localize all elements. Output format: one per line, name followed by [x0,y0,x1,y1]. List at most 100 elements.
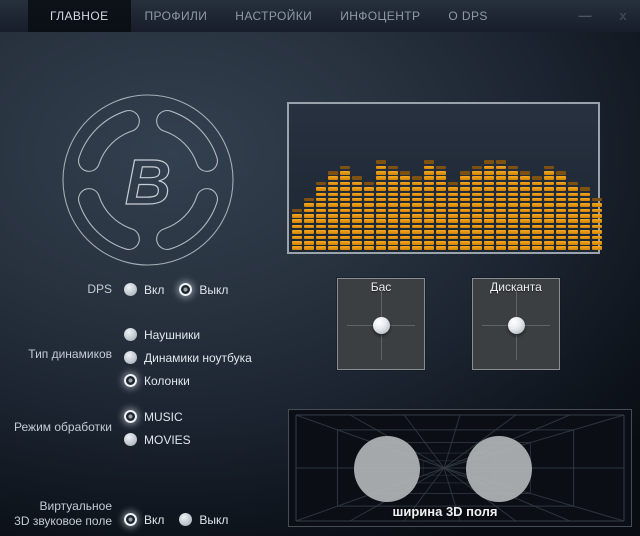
radio-unselected-icon[interactable] [124,433,137,446]
eq-segment [532,214,542,218]
eq-segment [544,198,554,202]
radio-unselected-icon[interactable] [179,513,192,526]
eq-segment [352,176,362,180]
eq-segment [328,203,338,207]
eq-segment [340,246,350,250]
eq-segment [592,225,602,229]
eq-segment [472,182,482,186]
eq-segment [400,198,410,202]
eq-segment [472,214,482,218]
radio-unselected-icon[interactable] [124,351,137,364]
tab-profiles[interactable]: ПРОФИЛИ [131,0,222,32]
eq-segment [448,209,458,213]
radio-option-speaker_type-наушники[interactable]: Наушники [124,327,252,342]
eq-segment [556,230,566,234]
eq-bar [520,171,530,250]
eq-segment [544,236,554,240]
treble-slider-handle[interactable] [508,317,525,334]
eq-segment [328,236,338,240]
bass-xy-pad[interactable]: Бас [337,278,425,370]
eq-segment [376,160,386,164]
eq-segment [484,219,494,223]
radio-option-speaker_type-колонки[interactable]: Колонки [124,373,252,388]
eq-segment [412,241,422,245]
eq-segment [316,198,326,202]
eq-segment [532,176,542,180]
dps-radio-group: Вкл Выкл [124,282,228,297]
eq-segment [352,209,362,213]
radio-option-virtual_3d-вкл[interactable]: Вкл [124,512,164,527]
tab-infocenter[interactable]: ИНФОЦЕНТР [326,0,434,32]
eq-segment [376,225,386,229]
eq-segment [292,214,302,218]
eq-bar [508,166,518,250]
main-area: B DPS Тип динамиков Режим обработки Вирт… [0,32,640,536]
right-speaker-circle[interactable] [466,436,532,502]
eq-segment [412,246,422,250]
radio-option-virtual_3d-выкл[interactable]: Выкл [179,512,228,527]
eq-segment [400,230,410,234]
title-bar: ГЛАВНОЕПРОФИЛИНАСТРОЙКИИНФОЦЕНТРО DPS — … [0,0,640,33]
radio-selected-icon[interactable] [124,513,137,526]
tab-about-dps[interactable]: О DPS [434,0,501,32]
tab-main[interactable]: ГЛАВНОЕ [28,0,131,32]
radio-option-dps-выкл[interactable]: Выкл [179,282,228,297]
radio-option-speaker_type-динамики-ноутбука[interactable]: Динамики ноутбука [124,350,252,365]
eq-segment [412,187,422,191]
eq-segment [544,246,554,250]
eq-segment [436,198,446,202]
radio-option-processing_mode-movies[interactable]: MOVIES [124,432,191,447]
eq-segment [436,219,446,223]
eq-segment [520,171,530,175]
eq-segment [484,176,494,180]
radio-selected-icon[interactable] [179,283,192,296]
eq-segment [304,236,314,240]
eq-segment [472,246,482,250]
eq-segment [328,182,338,186]
eq-segment [580,209,590,213]
eq-segment [508,214,518,218]
eq-segment [532,241,542,245]
eq-segment [520,187,530,191]
radio-unselected-icon[interactable] [124,283,137,296]
3d-field-panel[interactable]: ширина 3D поля [288,409,632,527]
treble-xy-pad[interactable]: Дисканта [472,278,560,370]
tab-settings[interactable]: НАСТРОЙКИ [221,0,326,32]
radio-option-processing_mode-music[interactable]: MUSIC [124,409,191,424]
bass-slider-handle[interactable] [373,317,390,334]
radio-option-dps-вкл[interactable]: Вкл [124,282,164,297]
eq-segment [496,246,506,250]
radio-selected-icon[interactable] [124,410,137,423]
radio-unselected-icon[interactable] [124,328,137,341]
eq-segment [388,241,398,245]
eq-segment [400,209,410,213]
eq-segment [496,187,506,191]
eq-bar [496,160,506,250]
eq-segment [364,230,374,234]
eq-segment [544,219,554,223]
eq-bar [556,171,566,250]
eq-segment [340,209,350,213]
close-button[interactable]: x [610,0,636,32]
eq-segment [580,219,590,223]
virtual-3d-radio-group: Вкл Выкл [124,512,228,527]
eq-segment [376,171,386,175]
eq-segment [484,160,494,164]
eq-segment [496,182,506,186]
eq-segment [496,171,506,175]
dps-b-logo: B [60,92,236,268]
eq-segment [532,203,542,207]
eq-segment [352,182,362,186]
eq-segment [448,219,458,223]
eq-segment [520,236,530,240]
eq-segment [556,193,566,197]
eq-segment [400,193,410,197]
eq-segment [376,182,386,186]
eq-segment [328,198,338,202]
radio-selected-icon[interactable] [124,374,137,387]
left-speaker-circle[interactable] [354,436,420,502]
3d-field-width-caption: ширина 3D поля [289,504,601,519]
eq-segment [352,246,362,250]
eq-segment [400,171,410,175]
minimize-button[interactable]: — [572,0,598,32]
